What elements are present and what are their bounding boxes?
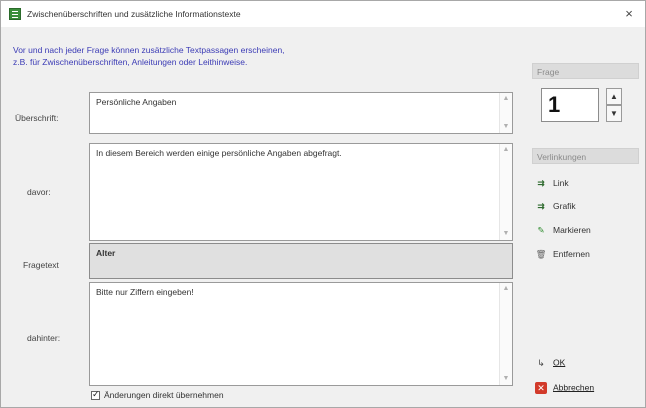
label-dahinter: dahinter: — [27, 333, 61, 343]
scroll-down-icon[interactable]: ▼ — [502, 123, 510, 131]
close-icon[interactable]: × — [621, 6, 637, 22]
davor-scrollbar[interactable]: ▲ ▼ — [499, 144, 512, 240]
apply-changes-checkbox[interactable]: Änderungen direkt übernehmen — [91, 389, 224, 401]
scroll-up-icon[interactable]: ▲ — [502, 146, 510, 154]
info-text: Vor und nach jeder Frage können zusätzli… — [13, 44, 285, 68]
image-link-icon: ⇉ — [537, 201, 545, 211]
frage-group-header: Frage — [532, 63, 639, 79]
marker-icon: ✎ — [537, 225, 545, 235]
scroll-up-icon[interactable]: ▲ — [502, 95, 510, 103]
scroll-down-icon[interactable]: ▼ — [502, 230, 510, 238]
dahinter-value: Bitte nur Ziffern eingeben! — [96, 287, 194, 297]
fragetext-value: Alter — [96, 248, 116, 258]
spin-up-icon[interactable]: ▲ — [606, 88, 622, 105]
frage-number-input[interactable]: 1 — [541, 88, 599, 122]
ok-icon: ↳ — [537, 358, 545, 368]
spin-down-icon[interactable]: ▼ — [606, 105, 622, 122]
markieren-button[interactable]: ✎ Markieren — [535, 225, 591, 236]
davor-value: In diesem Bereich werden einige persönli… — [96, 148, 342, 158]
ueberschrift-value: Persönliche Angaben — [96, 97, 177, 107]
trash-icon: 🗑 — [535, 249, 547, 259]
scroll-down-icon[interactable]: ▼ — [502, 375, 510, 383]
window-title: Zwischenüberschriften und zusätzliche In… — [27, 9, 241, 19]
entfernen-label: Entfernen — [553, 249, 590, 259]
ueberschrift-field[interactable]: Persönliche Angaben ▲ ▼ — [89, 92, 513, 134]
cancel-icon: ✕ — [535, 382, 547, 394]
fragetext-field: Alter — [89, 243, 513, 279]
app-icon — [9, 8, 21, 20]
apply-changes-label: Änderungen direkt übernehmen — [104, 390, 224, 400]
checkbox-checked-icon[interactable] — [91, 389, 100, 401]
ok-button[interactable]: ↳ OK — [535, 357, 565, 369]
dahinter-scrollbar[interactable]: ▲ ▼ — [499, 283, 512, 385]
label-ueberschrift: Überschrift: — [15, 113, 59, 123]
markieren-label: Markieren — [553, 225, 591, 235]
ok-label: OK — [553, 357, 566, 368]
cancel-label: Abbrechen — [553, 382, 595, 393]
info-line-1: Vor und nach jeder Frage können zusätzli… — [13, 45, 285, 55]
link-label: Link — [553, 178, 569, 188]
grafik-label: Grafik — [553, 201, 576, 211]
label-fragetext: Fragetext — [23, 260, 59, 270]
ueberschrift-scrollbar[interactable]: ▲ ▼ — [499, 93, 512, 133]
label-davor: davor: — [27, 187, 51, 197]
dahinter-field[interactable]: Bitte nur Ziffern eingeben! ▲ ▼ — [89, 282, 513, 386]
cancel-button[interactable]: ✕ Abbrechen — [535, 382, 594, 394]
dialog-window: Zwischenüberschriften und zusätzliche In… — [0, 0, 646, 408]
davor-field[interactable]: In diesem Bereich werden einige persönli… — [89, 143, 513, 241]
verlinkungen-group-header: Verlinkungen — [532, 148, 639, 164]
link-button[interactable]: ⇉ Link — [535, 178, 569, 189]
info-line-2: z.B. für Zwischenüberschriften, Anleitun… — [13, 57, 248, 67]
entfernen-button[interactable]: 🗑 Entfernen — [535, 249, 590, 260]
title-bar: Zwischenüberschriften und zusätzliche In… — [1, 1, 645, 27]
link-icon: ⇉ — [537, 178, 545, 188]
grafik-button[interactable]: ⇉ Grafik — [535, 201, 576, 212]
scroll-up-icon[interactable]: ▲ — [502, 285, 510, 293]
